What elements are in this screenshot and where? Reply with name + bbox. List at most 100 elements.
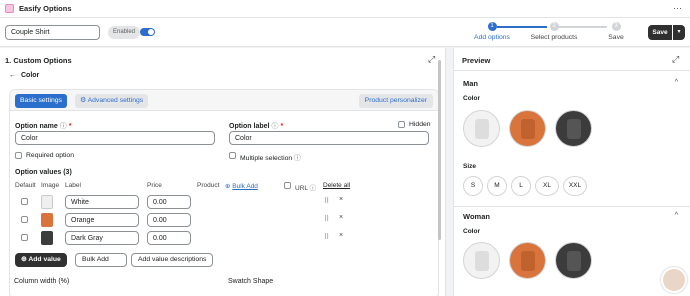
option-name-input[interactable]: Color [15,131,215,145]
step-select-products[interactable]: 2 Select products [524,22,584,41]
plus-circle-icon: ⊕ [21,256,27,263]
column-default: Default [15,182,36,189]
multiple-selection-label: Multiple selection ⓘ [240,155,301,162]
size-option[interactable]: XXL [563,176,587,196]
column-product: Product [197,182,220,189]
more-options-icon[interactable]: ⋯ [673,3,682,14]
expand-icon[interactable]: ⤢ [672,54,679,65]
settings-card: Basic settings ⚙ Advanced settings Produ… [9,89,439,296]
preview-panel: Preview ⤢ Man ^ Color Size S M L XL XXL … [453,48,690,296]
column-label: Label [65,182,81,189]
app-logo-icon [5,4,14,13]
size-option[interactable]: L [511,176,531,196]
app-titlebar: Easify Options ⋯ [0,0,690,18]
value-label-input[interactable]: White [65,195,139,209]
swatch-orange[interactable] [509,242,546,279]
bulk-add-button[interactable]: Bulk Add [75,253,127,267]
step-add-options[interactable]: 1 Add options [462,22,522,41]
value-image-white[interactable] [41,195,53,209]
expand-icon[interactable]: ⤢ [428,54,435,65]
tab-basic-settings[interactable]: Basic settings [15,94,67,108]
size-option[interactable]: XL [535,176,559,196]
value-price-input[interactable]: 0.00 [147,231,191,245]
swatch-dark-gray[interactable] [555,242,592,279]
step-save[interactable]: 3 Save [586,22,646,41]
step-label: Select products [530,34,578,41]
multiple-selection-checkbox[interactable] [229,152,236,159]
divider [454,206,690,207]
default-checkbox[interactable] [21,234,28,241]
help-icon: ⓘ [59,123,67,130]
tab-product-personalizer[interactable]: Product personalizer [358,94,433,108]
option-label-input[interactable]: Color [229,131,429,145]
value-price-input[interactable]: 0.00 [147,213,191,227]
value-image-orange[interactable] [41,213,53,227]
drag-handle-icon[interactable]: ⠿ [324,215,329,223]
color-label: Color [463,228,480,235]
required-option-checkbox[interactable] [15,152,22,159]
help-icon: ⓘ [294,155,301,162]
status-badge: Enabled [108,26,141,39]
top-toolbar: Couple Shirt Enabled 1 Add options 2 Sel… [0,18,690,47]
save-button[interactable]: Save [648,25,672,40]
preview-title: Preview [462,56,491,65]
delete-value-icon[interactable]: × [339,196,343,203]
chevron-up-icon[interactable]: ^ [675,79,678,86]
column-width-label: Column width (%) [14,278,70,285]
size-option[interactable]: M [487,176,507,196]
support-chat-avatar[interactable] [661,267,687,293]
swatch-white[interactable] [463,242,500,279]
drag-handle-icon[interactable]: ⠿ [324,233,329,241]
divider [454,70,690,71]
value-price-input[interactable]: 0.00 [147,195,191,209]
bulk-add-product-link[interactable]: ⊕ Bulk Add [225,182,258,190]
hidden-checkbox[interactable] [398,121,405,128]
back-to-options[interactable]: ← Color [9,72,39,79]
color-label: Color [463,95,480,102]
delete-value-icon[interactable]: × [339,214,343,221]
drag-handle-icon[interactable]: ⠿ [324,197,329,205]
swatch-dark-gray[interactable] [555,110,592,147]
default-checkbox[interactable] [21,216,28,223]
step-label: Add options [474,34,510,41]
hidden-label: Hidden [409,121,431,128]
delete-all-link[interactable]: Delete all [323,182,350,189]
size-label: Size [463,163,477,170]
option-name-label: Option name ⓘ * [15,123,72,130]
help-icon: ⓘ [271,123,279,130]
step-label: Save [608,34,624,41]
plus-circle-icon: ⊕ [225,183,231,190]
editor-scrollbar[interactable] [438,60,441,240]
swatch-orange[interactable] [509,110,546,147]
value-image-dark-gray[interactable] [41,231,53,245]
group-title-man: Man [463,79,478,88]
chevron-up-icon[interactable]: ^ [675,212,678,219]
required-option-label: Required option [26,152,74,159]
default-checkbox[interactable] [21,198,28,205]
group-title-woman: Woman [463,212,490,221]
swatch-shape-label: Swatch Shape [228,278,274,285]
column-url: URL ⓘ [295,185,317,192]
enabled-toggle[interactable] [140,28,155,36]
option-values-title: Option values (3) [15,169,72,176]
arrow-left-icon: ← [9,72,16,79]
option-label-label: Option label ⓘ * [229,123,284,130]
delete-value-icon[interactable]: × [339,232,343,239]
value-label-input[interactable]: Dark Gray [65,231,139,245]
column-image: Image [41,182,60,189]
url-checkbox[interactable] [284,182,291,189]
chevron-down-icon[interactable]: ▾ [673,25,685,40]
add-value-descriptions-button[interactable]: Add value descriptions [131,253,214,267]
option-editor-panel: 1. Custom Options ⤢ ← Color Basic setting… [0,48,446,296]
section-title: 1. Custom Options [5,56,72,65]
settings-tabs: Basic settings ⚙ Advanced settings Produ… [10,90,438,111]
swatch-white[interactable] [463,110,500,147]
add-value-button[interactable]: ⊕ Add value [15,253,67,267]
size-option[interactable]: S [463,176,483,196]
value-label-input[interactable]: Orange [65,213,139,227]
help-icon: ⓘ [309,185,317,192]
tab-advanced-settings[interactable]: ⚙ Advanced settings [75,94,149,108]
app-title: Easify Options [19,4,72,13]
column-price: Price [147,182,162,189]
option-set-name-input[interactable]: Couple Shirt [5,25,100,40]
